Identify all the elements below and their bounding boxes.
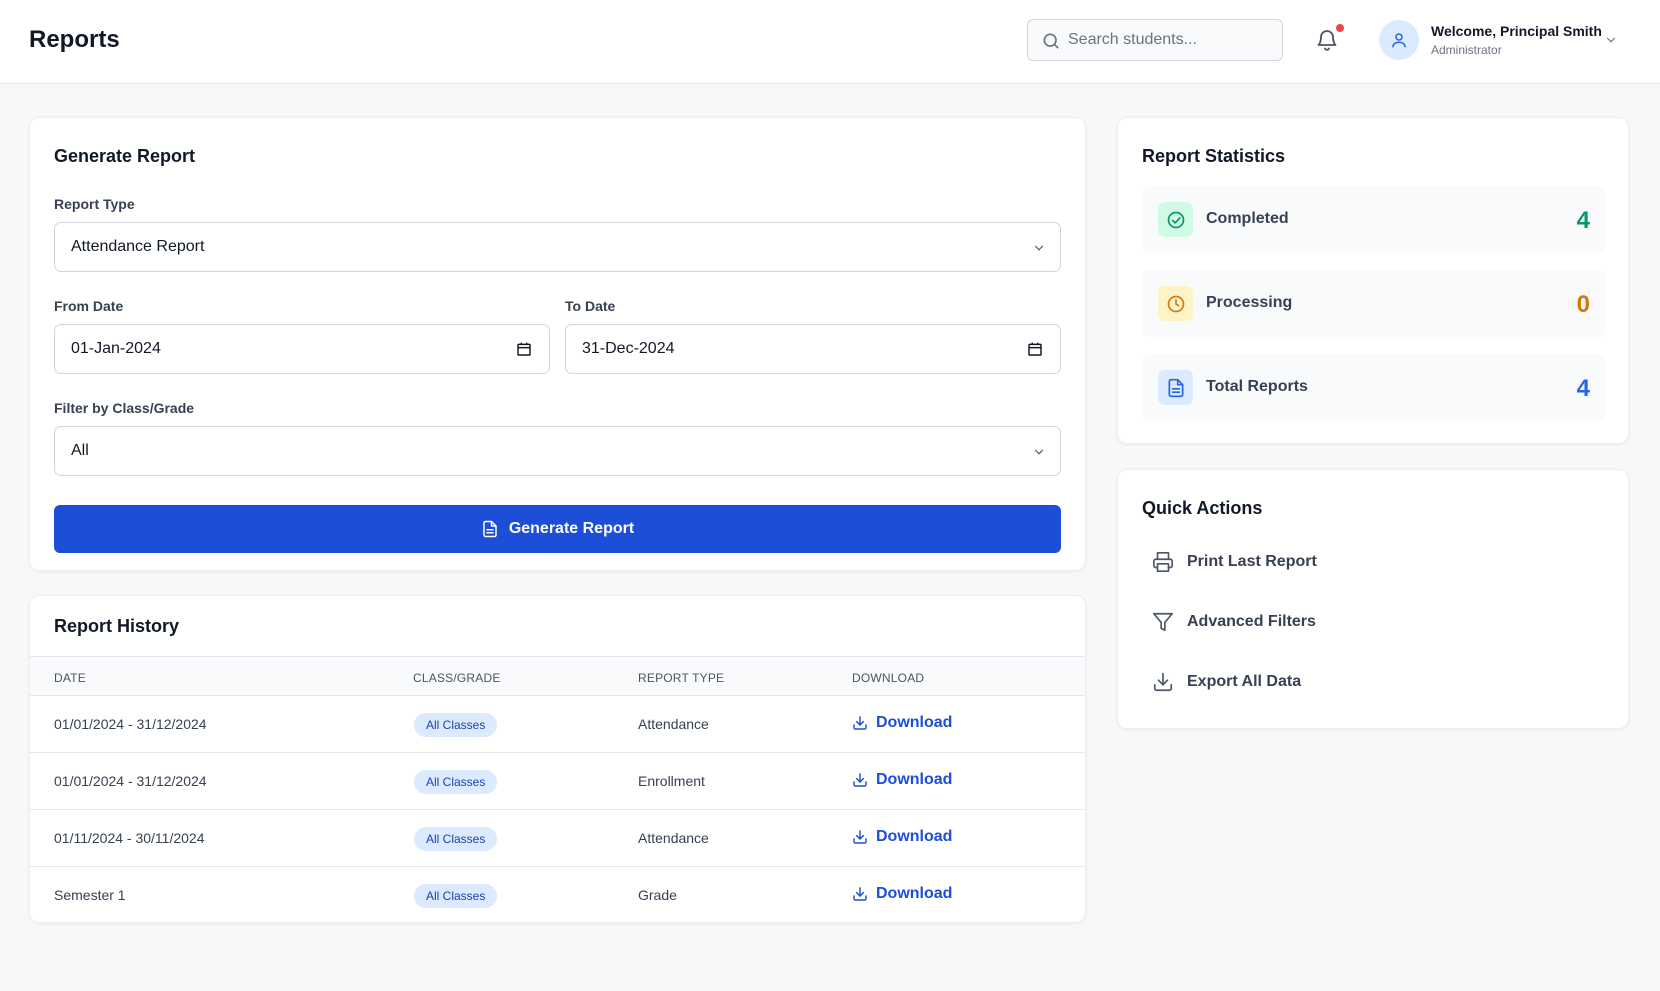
filter-class-label: Filter by Class/Grade (54, 400, 195, 416)
class-badge: All Classes (414, 884, 498, 908)
search-icon (1043, 33, 1059, 49)
notification-dot (1336, 24, 1344, 32)
action-label: Print Last Report (1187, 553, 1317, 570)
class-badge: All Classes (414, 713, 498, 737)
column-header: DOWNLOAD (852, 671, 925, 685)
stat-total-reports: Total Reports 4 (1142, 354, 1606, 421)
document-icon (483, 520, 497, 538)
download-link[interactable]: Download (852, 885, 952, 903)
stat-completed: Completed 4 (1142, 186, 1606, 253)
stat-processing: Processing 0 (1142, 270, 1606, 337)
generate-report-button[interactable]: Generate Report (54, 505, 1061, 553)
download-icon (853, 773, 867, 787)
export-all-data-action[interactable]: Export All Data (1142, 662, 1606, 702)
download-link[interactable]: Download (852, 714, 952, 732)
row-date: 01/01/2024 - 31/12/2024 (54, 773, 207, 789)
stat-label: Completed (1206, 210, 1289, 227)
table-header: DATE CLASS/GRADE REPORT TYPE DOWNLOAD (30, 656, 1085, 696)
stat-label: Total Reports (1206, 378, 1308, 395)
filter-icon (1153, 612, 1173, 632)
report-type-value: Attendance Report (71, 238, 205, 255)
download-label: Download (876, 828, 953, 845)
bell-icon[interactable] (1315, 27, 1339, 53)
calendar-icon[interactable] (1027, 341, 1043, 357)
report-statistics-card: Report Statistics Completed 4 Processing… (1117, 117, 1629, 444)
stat-label: Processing (1206, 294, 1293, 311)
stat-icon-box (1158, 370, 1193, 405)
download-icon (853, 716, 867, 730)
from-date-input[interactable]: 01-Jan-2024 (54, 324, 550, 374)
generate-report-card: Generate Report Report Type Attendance R… (29, 117, 1086, 571)
row-report-type: Attendance (638, 830, 709, 846)
table-row: 01/01/2024 - 31/12/2024 All Classes Enro… (30, 753, 1085, 810)
printer-icon (1153, 552, 1173, 572)
chevron-down-icon[interactable] (1604, 33, 1618, 47)
stat-value: 4 (1576, 375, 1590, 402)
filter-class-select[interactable]: All (54, 426, 1061, 476)
class-badge: All Classes (414, 827, 498, 851)
stat-value: 4 (1576, 207, 1590, 234)
report-type-label: Report Type (54, 196, 135, 212)
generate-report-label: Generate Report (508, 520, 635, 537)
download-label: Download (876, 714, 953, 731)
clock-icon (1167, 295, 1184, 312)
download-icon (1153, 672, 1173, 692)
column-header: DATE (54, 671, 86, 685)
table-row: Semester 1 All Classes Grade Download (30, 867, 1085, 922)
chevron-down-icon (1034, 245, 1044, 251)
calendar-icon[interactable] (516, 341, 532, 357)
row-report-type: Attendance (638, 716, 709, 732)
stat-icon-box (1158, 286, 1193, 321)
download-label: Download (876, 885, 953, 902)
report-history-title: Report History (54, 616, 180, 636)
row-date: Semester 1 (54, 887, 126, 903)
table-row: 01/11/2024 - 30/11/2024 All Classes Atte… (30, 810, 1085, 867)
to-date-value: 31-Dec-2024 (582, 340, 675, 357)
table-row: 01/01/2024 - 31/12/2024 All Classes Atte… (30, 696, 1085, 753)
user-role: Administrator (1431, 43, 1502, 57)
action-label: Advanced Filters (1187, 613, 1316, 630)
document-icon (1168, 378, 1183, 397)
quick-actions-title: Quick Actions (1142, 498, 1263, 518)
filter-class-value: All (71, 442, 89, 459)
row-report-type: Grade (638, 887, 677, 903)
from-date-value: 01-Jan-2024 (71, 340, 161, 357)
stat-value: 0 (1576, 291, 1590, 318)
report-type-select[interactable]: Attendance Report (54, 222, 1061, 272)
search-box[interactable] (1027, 19, 1283, 61)
advanced-filters-action[interactable]: Advanced Filters (1142, 602, 1606, 642)
download-link[interactable]: Download (852, 771, 952, 789)
download-icon (853, 830, 867, 844)
action-label: Export All Data (1187, 673, 1302, 690)
user-icon (1392, 33, 1406, 48)
row-date: 01/11/2024 - 30/11/2024 (54, 830, 205, 846)
check-circle-icon (1167, 211, 1184, 228)
to-date-label: To Date (565, 298, 616, 314)
quick-actions-card: Quick Actions Print Last Report Advanced… (1117, 469, 1629, 729)
to-date-input[interactable]: 31-Dec-2024 (565, 324, 1061, 374)
download-label: Download (876, 771, 953, 788)
report-statistics-title: Report Statistics (1142, 146, 1286, 166)
search-input[interactable] (1068, 20, 1274, 60)
avatar[interactable] (1379, 20, 1419, 60)
download-link[interactable]: Download (852, 828, 952, 846)
stat-icon-box (1158, 202, 1193, 237)
from-date-label: From Date (54, 298, 124, 314)
class-badge: All Classes (414, 770, 498, 794)
user-name: Welcome, Principal Smith (1431, 23, 1602, 39)
download-icon (853, 887, 867, 901)
chevron-down-icon (1034, 449, 1044, 455)
row-date: 01/01/2024 - 31/12/2024 (54, 716, 207, 732)
top-bar: Reports Welcome, Principal Smith Adminis… (0, 0, 1660, 84)
column-header: CLASS/GRADE (413, 671, 501, 685)
row-report-type: Enrollment (638, 773, 705, 789)
page-title: Reports (29, 26, 120, 53)
report-history-card: Report History DATE CLASS/GRADE REPORT T… (29, 595, 1086, 923)
column-header: REPORT TYPE (638, 671, 725, 685)
generate-report-title: Generate Report (54, 146, 196, 166)
print-last-report-action[interactable]: Print Last Report (1142, 542, 1606, 582)
